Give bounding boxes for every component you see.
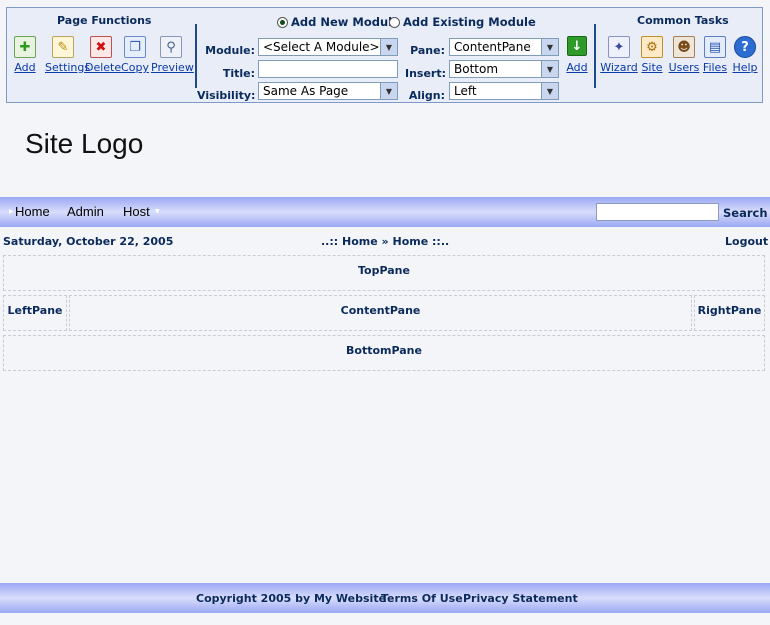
- terms-of-use-link[interactable]: Terms Of Use: [381, 592, 463, 605]
- radio-unselected-icon: [389, 16, 400, 28]
- users-icon: ☻: [673, 36, 695, 58]
- chevron-down-icon: ▼: [541, 61, 558, 77]
- module-label: Module:: [205, 44, 255, 57]
- module-select[interactable]: <Select A Module> ▼: [258, 38, 398, 56]
- pane-select[interactable]: ContentPane ▼: [449, 38, 559, 56]
- copy-label: Copy: [121, 61, 149, 74]
- visibility-select[interactable]: Same As Page ▼: [258, 82, 398, 100]
- files-icon: ▤: [704, 36, 726, 58]
- pane-select-value: ContentPane: [454, 40, 531, 54]
- add-button[interactable]: ✚ Add: [10, 36, 40, 74]
- arrow-down-icon: ↓: [567, 36, 587, 56]
- right-pane: RightPane: [694, 295, 765, 331]
- users-button[interactable]: ☻ Users: [668, 36, 700, 74]
- files-button[interactable]: ▤ Files: [702, 36, 728, 74]
- menu-bar: ▶ Home Admin Host ▼ Search: [0, 197, 770, 227]
- arrow-right-icon: ▶: [9, 208, 14, 215]
- add-module-label: Add: [566, 61, 588, 74]
- help-icon: ?: [734, 36, 756, 58]
- top-pane-label: TopPane: [358, 264, 410, 277]
- bottom-pane-label: BottomPane: [346, 344, 422, 357]
- copy-icon: ❐: [124, 36, 146, 58]
- visibility-label: Visibility:: [197, 89, 256, 102]
- delete-label: Delete: [85, 61, 122, 74]
- module-select-value: <Select A Module>: [263, 40, 380, 54]
- breadcrumb-home-link[interactable]: Home: [392, 235, 428, 248]
- insert-select[interactable]: Bottom ▼: [449, 60, 559, 78]
- content-pane: ContentPane: [69, 295, 692, 331]
- logout-link[interactable]: Logout: [725, 235, 768, 248]
- current-date: Saturday, October 22, 2005: [3, 235, 174, 248]
- add-existing-module-radio[interactable]: Add Existing Module: [389, 15, 536, 29]
- pane-label: Pane:: [410, 44, 445, 57]
- align-label: Align:: [408, 89, 445, 102]
- settings-button[interactable]: ✎ Settings: [45, 36, 91, 74]
- insert-select-value: Bottom: [454, 62, 499, 76]
- files-label: Files: [702, 61, 728, 74]
- search-input[interactable]: [596, 203, 719, 221]
- radio-selected-icon: [277, 16, 288, 28]
- menu-item-home[interactable]: Home: [15, 204, 50, 219]
- title-input[interactable]: [258, 60, 398, 78]
- arrow-down-icon: ▼: [155, 208, 160, 215]
- menu-item-admin[interactable]: Admin: [67, 204, 104, 219]
- copyright-text: Copyright 2005 by My Website: [196, 592, 387, 605]
- settings-label: Settings: [45, 61, 91, 74]
- footer-bar: Copyright 2005 by My Website Terms Of Us…: [0, 583, 770, 613]
- help-button[interactable]: ? Help: [732, 36, 758, 74]
- breadcrumb-suffix: ::..: [432, 235, 450, 248]
- title-label: Title:: [222, 67, 255, 80]
- menu-item-host[interactable]: Host: [123, 204, 150, 219]
- left-pane-label: LeftPane: [7, 304, 63, 317]
- add-label: Add: [14, 61, 36, 74]
- visibility-select-value: Same As Page: [263, 84, 349, 98]
- breadcrumb: ..:: Home » Home ::..: [321, 235, 449, 248]
- divider: [594, 24, 596, 88]
- control-panel: Page Functions ✚ Add ✎ Settings ✖ Delete…: [6, 7, 763, 103]
- users-label: Users: [668, 61, 700, 74]
- site-logo[interactable]: Site Logo: [25, 128, 143, 160]
- add-new-module-label: Add New Module: [291, 15, 400, 29]
- left-pane: LeftPane: [3, 295, 67, 331]
- top-pane: TopPane: [3, 255, 765, 291]
- add-new-module-radio[interactable]: Add New Module: [277, 15, 400, 29]
- content-pane-label: ContentPane: [340, 304, 421, 317]
- delete-button[interactable]: ✖ Delete: [85, 36, 122, 74]
- delete-icon: ✖: [90, 36, 112, 58]
- add-module-button[interactable]: ↓ Add: [564, 36, 590, 74]
- breadcrumb-separator: »: [381, 235, 389, 248]
- insert-label: Insert:: [405, 67, 447, 80]
- wizard-button[interactable]: ✦ Wizard: [600, 36, 638, 74]
- privacy-statement-link[interactable]: Privacy Statement: [463, 592, 578, 605]
- chevron-down-icon: ▼: [541, 39, 558, 55]
- common-tasks-title: Common Tasks: [637, 14, 729, 27]
- chevron-down-icon: ▼: [380, 39, 397, 55]
- site-label: Site: [641, 61, 663, 74]
- align-select-value: Left: [454, 84, 477, 98]
- wizard-label: Wizard: [600, 61, 638, 74]
- settings-icon: ✎: [52, 36, 74, 58]
- chevron-down-icon: ▼: [380, 83, 397, 99]
- help-label: Help: [732, 61, 758, 74]
- copy-button[interactable]: ❐ Copy: [120, 36, 150, 74]
- align-select[interactable]: Left ▼: [449, 82, 559, 100]
- page-functions-title: Page Functions: [57, 14, 152, 27]
- preview-button[interactable]: ⚲ Preview: [151, 36, 194, 74]
- site-icon: ⚙: [641, 36, 663, 58]
- preview-icon: ⚲: [160, 36, 182, 58]
- wizard-icon: ✦: [608, 36, 630, 58]
- right-pane-label: RightPane: [697, 304, 762, 317]
- add-existing-module-label: Add Existing Module: [403, 15, 536, 29]
- preview-label: Preview: [151, 61, 194, 74]
- breadcrumb-home-link[interactable]: Home: [342, 235, 378, 248]
- chevron-down-icon: ▼: [541, 83, 558, 99]
- search-button[interactable]: Search: [723, 206, 768, 220]
- bottom-pane: BottomPane: [3, 335, 765, 371]
- add-icon: ✚: [14, 36, 36, 58]
- site-button[interactable]: ⚙ Site: [638, 36, 666, 74]
- breadcrumb-prefix: ..::: [321, 235, 339, 248]
